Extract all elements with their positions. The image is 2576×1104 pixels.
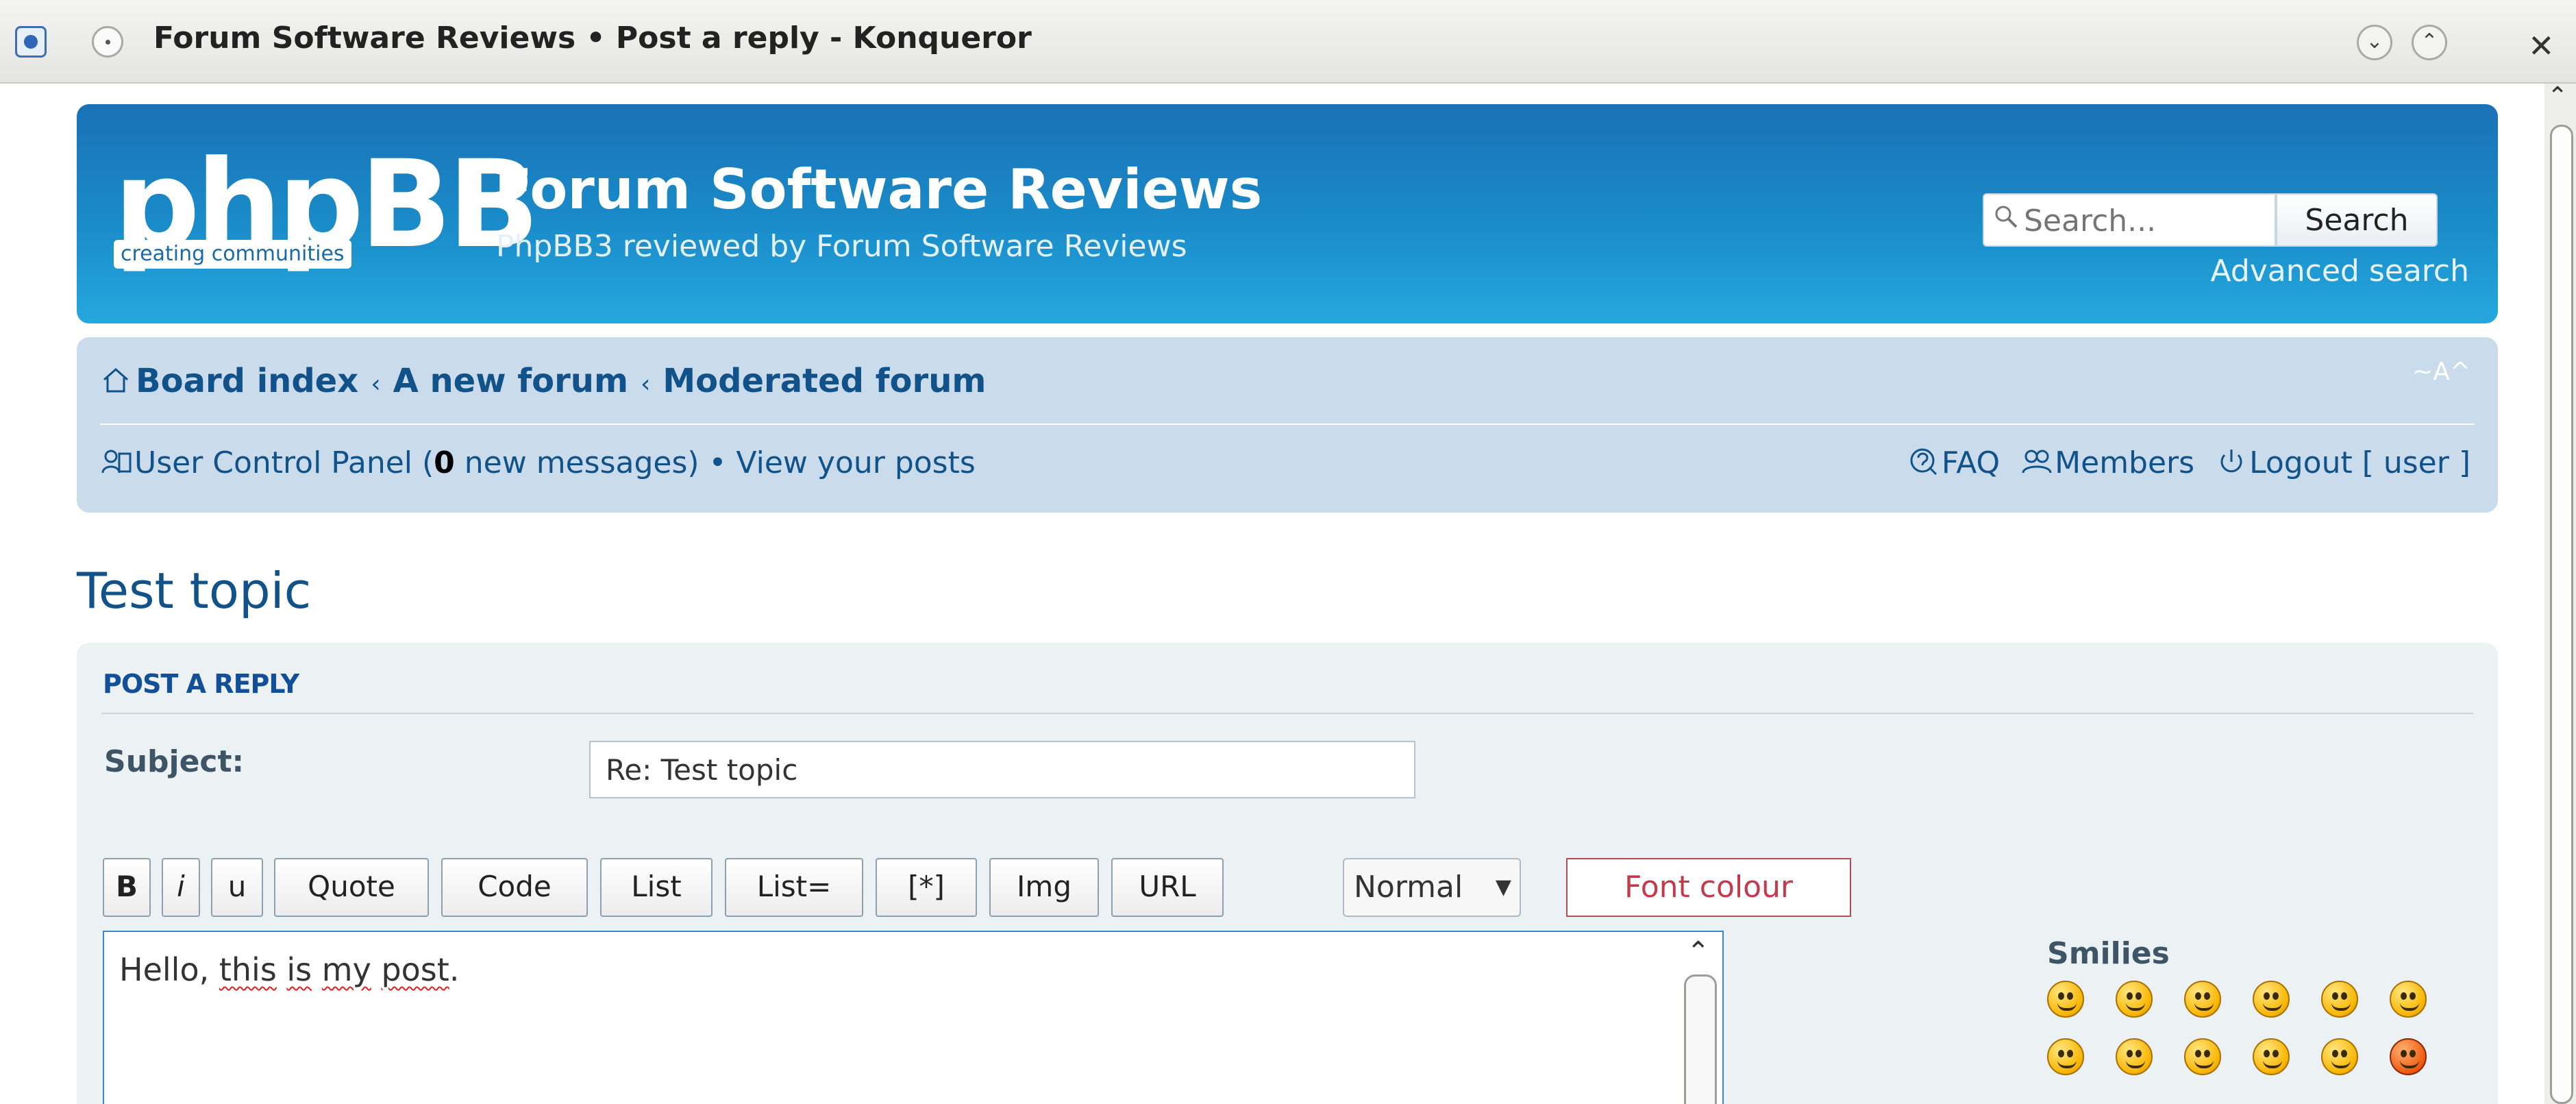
members-link[interactable]: Members xyxy=(2022,445,2194,480)
code-button[interactable]: Code xyxy=(441,858,588,917)
power-icon xyxy=(2220,450,2242,473)
list-button[interactable]: List xyxy=(600,858,713,917)
font-colour-button[interactable]: Font colour xyxy=(1566,858,1851,917)
breadcrumb-a-new-forum[interactable]: A new forum xyxy=(393,362,628,400)
smilies-heading: Smilies xyxy=(2047,936,2170,971)
new-messages-count: 0 xyxy=(434,445,455,480)
search-box xyxy=(1983,193,2276,247)
message-textarea[interactable]: Hello, this is my post. ⌃ xyxy=(103,931,1724,1104)
topic-title[interactable]: Test topic xyxy=(77,562,311,620)
chevron-down-icon: ▼ xyxy=(1495,875,1511,899)
underline-button[interactable]: u xyxy=(211,858,263,917)
url-button[interactable]: URL xyxy=(1111,858,1224,917)
site-title: Forum Software Reviews xyxy=(495,158,1263,221)
evil-icon[interactable] xyxy=(2390,1038,2427,1075)
textarea-scroll-up-icon[interactable]: ⌃ xyxy=(1687,936,1710,968)
faq-icon xyxy=(1910,448,1937,476)
nav-right-links: FAQ Members Logout [ user ] xyxy=(1909,445,2470,480)
post-reply-panel: POST A REPLY Subject: B i u Quote Code L… xyxy=(77,643,2498,1104)
site-header: phpBB creating communities Forum Softwar… xyxy=(77,104,2498,323)
message-text: Hello, this is my post. xyxy=(119,951,460,988)
advanced-search-link[interactable]: Advanced search xyxy=(2211,254,2469,289)
logo-tagline: creating communities xyxy=(114,240,351,269)
wink-icon[interactable] xyxy=(2184,981,2221,1018)
logout-link[interactable]: Logout [ user ] xyxy=(2216,445,2470,480)
smile-icon[interactable] xyxy=(2116,981,2153,1018)
window-pin-icon[interactable] xyxy=(92,26,123,58)
cool-icon[interactable] xyxy=(2116,1038,2153,1075)
surprised-icon[interactable] xyxy=(2321,981,2358,1018)
phpbb-logo[interactable]: phpBB creating communities xyxy=(114,145,540,291)
panel-heading: POST A REPLY xyxy=(103,669,299,699)
smilies-grid xyxy=(2047,981,2472,1075)
minimize-icon[interactable]: ⌄ xyxy=(2357,25,2392,60)
search-icon xyxy=(1995,206,2018,228)
smilies-box: Smilies xyxy=(2047,936,2472,1075)
user-control-panel-icon xyxy=(101,450,132,474)
font-size-select[interactable]: Normal ▼ xyxy=(1343,858,1521,917)
window-titlebar: Forum Software Reviews • Post a reply - … xyxy=(0,0,2576,84)
home-icon xyxy=(103,367,128,393)
navbar: Board index ‹ A new forum ‹ Moderated forum … xyxy=(77,337,2498,513)
breadcrumb: Board index ‹ A new forum ‹ Moderated forum xyxy=(101,362,986,400)
very-happy-icon[interactable] xyxy=(2047,981,2084,1018)
ordered-list-button[interactable]: List= xyxy=(725,858,863,917)
img-button[interactable]: Img xyxy=(989,858,1099,917)
close-icon[interactable]: ✕ xyxy=(2528,27,2555,64)
textarea-scroll-thumb[interactable] xyxy=(1684,974,1717,1104)
sad-icon[interactable] xyxy=(2253,981,2290,1018)
separator-bullet: • xyxy=(708,445,727,480)
maximize-icon[interactable]: ⌃ xyxy=(2412,25,2447,60)
breadcrumb-board-index[interactable]: Board index xyxy=(136,362,358,400)
site-description: PhpBB3 reviewed by Forum Software Review… xyxy=(496,229,1187,264)
page-scroll-thumb[interactable] xyxy=(2550,125,2573,1104)
konqueror-app-icon[interactable] xyxy=(15,26,47,58)
confused-icon[interactable] xyxy=(2047,1038,2084,1075)
mad-icon[interactable] xyxy=(2253,1038,2290,1075)
quote-button[interactable]: Quote xyxy=(274,858,429,917)
shocked-icon[interactable] xyxy=(2390,981,2427,1018)
window-title: Forum Software Reviews • Post a reply - … xyxy=(153,21,1032,56)
ucp-link[interactable]: User Control Panel (0 new messages) xyxy=(134,445,699,480)
breadcrumb-separator-icon: ‹ xyxy=(640,370,651,398)
view-your-posts-link[interactable]: View your posts xyxy=(736,445,976,480)
subject-input[interactable] xyxy=(589,741,1415,798)
subject-label: Subject: xyxy=(104,744,245,779)
search-button[interactable]: Search xyxy=(2276,193,2438,247)
laughing-icon[interactable] xyxy=(2184,1038,2221,1075)
razz-icon[interactable] xyxy=(2321,1038,2358,1075)
italic-button[interactable]: i xyxy=(162,858,200,917)
breadcrumb-separator-icon: ‹ xyxy=(371,370,381,398)
bold-button[interactable]: B xyxy=(103,858,151,917)
scroll-up-arrow-icon[interactable]: ⌃ xyxy=(2547,82,2568,110)
list-item-button[interactable]: [*] xyxy=(876,858,977,917)
panel-divider xyxy=(101,713,2473,714)
faq-link[interactable]: FAQ xyxy=(1909,445,2000,480)
navbar-divider xyxy=(100,424,2475,425)
breadcrumb-moderated-forum[interactable]: Moderated forum xyxy=(662,362,986,400)
search-input[interactable] xyxy=(2024,201,2270,240)
members-icon xyxy=(2022,450,2052,474)
font-resize-toggle[interactable]: ~A^ xyxy=(2412,358,2470,386)
nav-user-links: User Control Panel (0 new messages) • Vi… xyxy=(101,445,976,480)
